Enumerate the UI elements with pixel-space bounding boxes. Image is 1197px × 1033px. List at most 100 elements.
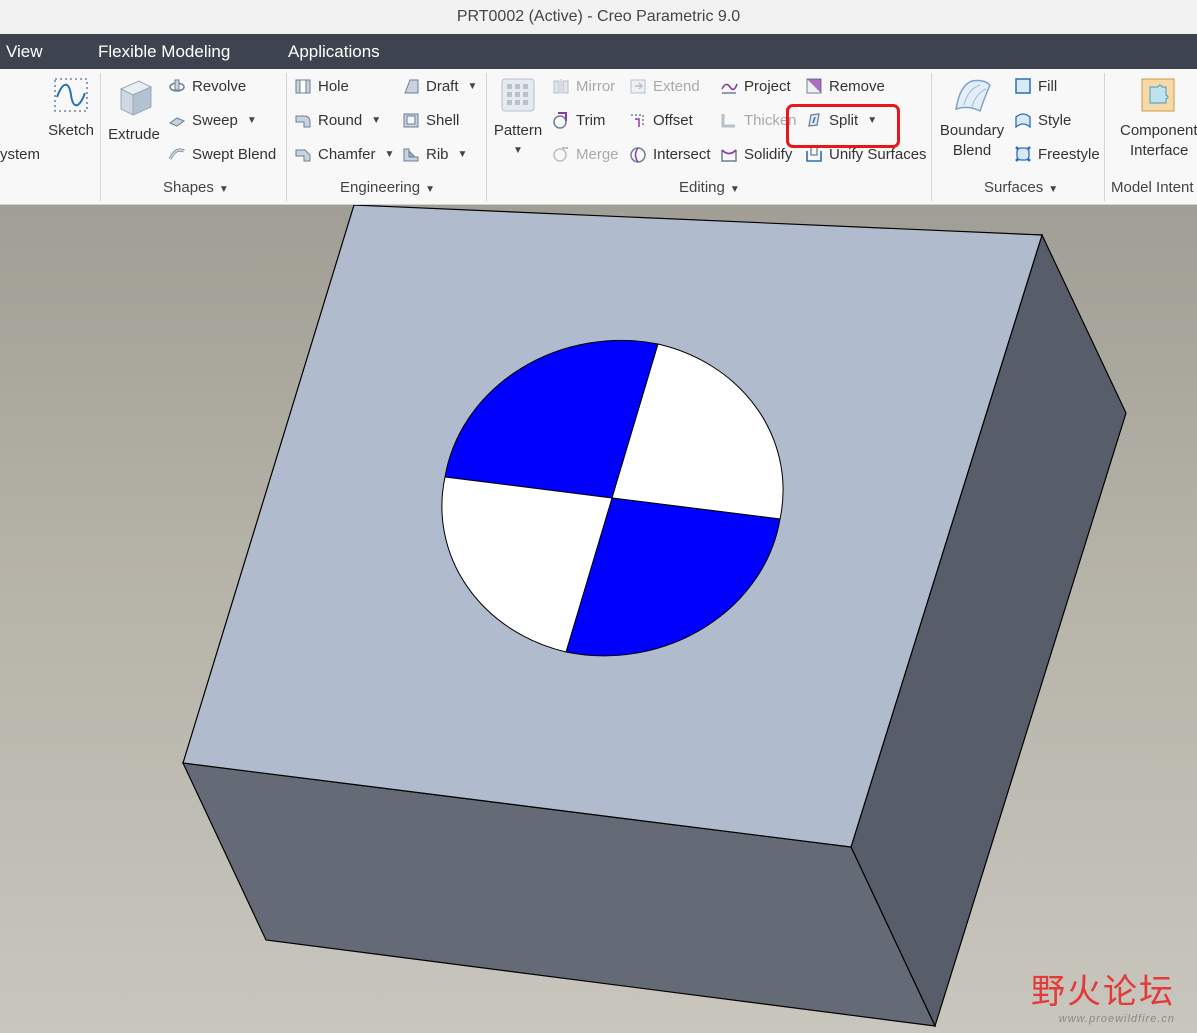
editing-group-label[interactable]: Editing ▼ xyxy=(679,179,740,196)
sweep-label: Sweep xyxy=(192,111,238,129)
merge-icon xyxy=(553,147,568,162)
ribbon: ystem Sketch Extrude Revolve Sweep ▼ Swe… xyxy=(0,69,1197,205)
round-button[interactable]: Round ▼ xyxy=(294,107,381,133)
mirror-icon xyxy=(553,79,569,94)
engineering-group-label[interactable]: Engineering ▼ xyxy=(340,179,435,196)
surfaces-expand-icon: ▼ xyxy=(1048,184,1059,195)
split-button[interactable]: Split ▼ xyxy=(805,107,877,133)
sketch-icon xyxy=(54,78,88,112)
fill-button[interactable]: Fill xyxy=(1014,73,1057,99)
graphics-viewport[interactable]: 野火论坛 www.proewildfire.cn xyxy=(0,205,1197,1033)
model-canvas[interactable] xyxy=(0,205,1197,1033)
remove-button[interactable]: Remove xyxy=(805,73,885,99)
remove-icon xyxy=(806,78,822,94)
extrude-label: Extrude xyxy=(108,126,160,143)
style-label: Style xyxy=(1038,111,1072,129)
hole-label: Hole xyxy=(318,77,349,95)
swept-blend-label: Swept Blend xyxy=(192,145,277,163)
rib-icon xyxy=(403,148,419,162)
rib-button[interactable]: Rib ▼ xyxy=(402,141,467,167)
editing-expand-icon: ▼ xyxy=(729,184,740,195)
remove-label: Remove xyxy=(829,77,885,95)
style-button[interactable]: Style xyxy=(1014,107,1071,133)
engineering-expand-icon: ▼ xyxy=(425,184,435,195)
revolve-icon xyxy=(169,79,185,92)
revolve-label: Revolve xyxy=(192,77,247,95)
sweep-dropdown-icon[interactable]: ▼ xyxy=(247,115,257,126)
pattern-button[interactable]: Pattern ▼ xyxy=(492,75,544,161)
trim-icon xyxy=(553,112,567,129)
unify-surfaces-button[interactable]: Unify Surfaces xyxy=(805,141,927,167)
project-label: Project xyxy=(744,77,791,95)
trim-button[interactable]: Trim xyxy=(552,107,605,133)
round-icon xyxy=(295,115,311,128)
watermark-url: www.proewildfire.cn xyxy=(1058,1013,1175,1025)
project-button[interactable]: Project xyxy=(720,73,791,99)
window-title-bar: PRT0002 (Active) - Creo Parametric 9.0 xyxy=(0,0,1197,34)
sketch-label: Sketch xyxy=(48,122,94,139)
split-label: Split xyxy=(829,111,859,129)
menu-flexible-modeling[interactable]: Flexible Modeling xyxy=(98,42,230,62)
swept-blend-icon xyxy=(168,148,185,160)
shell-button[interactable]: Shell xyxy=(402,107,459,133)
round-dropdown-icon[interactable]: ▼ xyxy=(371,115,381,126)
forum-watermark: 野火论坛 www.proewildfire.cn xyxy=(1031,964,1175,1025)
pattern-label: Pattern xyxy=(493,122,543,139)
boundary-blend-label-line1: Boundary xyxy=(939,122,1005,139)
boundary-blend-button[interactable]: Boundary Blend xyxy=(936,75,1008,161)
draft-icon xyxy=(404,79,419,94)
sweep-icon xyxy=(168,117,186,127)
menu-bar: View Flexible Modeling Applications xyxy=(0,34,1197,69)
round-label: Round xyxy=(318,111,363,129)
boundary-blend-label-line2: Blend xyxy=(952,142,992,159)
shapes-expand-icon: ▼ xyxy=(218,184,229,195)
component-interface-icon xyxy=(1141,78,1175,112)
swept-blend-button[interactable]: Swept Blend xyxy=(168,141,276,167)
sweep-button[interactable]: Sweep ▼ xyxy=(168,107,257,133)
sketch-button[interactable]: Sketch xyxy=(46,75,96,141)
boundary-blend-icon xyxy=(955,79,991,113)
offset-icon xyxy=(631,114,644,127)
chamfer-dropdown-icon[interactable]: ▼ xyxy=(385,149,395,160)
offset-button[interactable]: Offset xyxy=(629,107,693,133)
freestyle-label: Freestyle xyxy=(1038,145,1100,163)
shell-icon xyxy=(403,113,419,128)
solidify-label: Solidify xyxy=(744,145,793,163)
intersect-button[interactable]: Intersect xyxy=(629,141,711,167)
menu-applications[interactable]: Applications xyxy=(288,42,380,62)
freestyle-button[interactable]: Freestyle xyxy=(1014,141,1100,167)
thicken-icon xyxy=(721,114,735,128)
component-interface-label-line1: Component xyxy=(1120,122,1197,139)
draft-button[interactable]: Draft ▼ xyxy=(402,73,477,99)
freestyle-icon xyxy=(1015,146,1031,162)
revolve-button[interactable]: Revolve xyxy=(168,73,246,99)
mirror-button[interactable]: Mirror xyxy=(552,73,615,99)
chamfer-button[interactable]: Chamfer ▼ xyxy=(294,141,394,167)
unify-surfaces-label: Unify Surfaces xyxy=(829,145,927,163)
model-intent-group-label[interactable]: Model Intent xyxy=(1111,179,1194,196)
hole-icon xyxy=(295,79,311,94)
pattern-dropdown-icon[interactable]: ▼ xyxy=(492,141,544,161)
coordinate-system-button[interactable]: ystem xyxy=(0,145,40,165)
window-title: PRT0002 (Active) - Creo Parametric 9.0 xyxy=(456,8,741,25)
rib-label: Rib xyxy=(426,145,449,163)
thicken-button[interactable]: Thicken xyxy=(720,107,797,133)
coordinate-system-label: ystem xyxy=(0,146,41,163)
draft-dropdown-icon[interactable]: ▼ xyxy=(468,81,478,92)
hole-button[interactable]: Hole xyxy=(294,73,349,99)
merge-button[interactable]: Merge xyxy=(552,141,619,167)
surfaces-group-label[interactable]: Surfaces ▼ xyxy=(984,179,1058,196)
shapes-group-label[interactable]: Shapes ▼ xyxy=(163,179,229,196)
fill-icon xyxy=(1015,78,1031,94)
extrude-button[interactable]: Extrude xyxy=(106,75,162,145)
chamfer-icon xyxy=(295,149,311,162)
split-dropdown-icon[interactable]: ▼ xyxy=(867,115,877,126)
component-interface-button[interactable]: Component Interface xyxy=(1112,75,1197,161)
merge-label: Merge xyxy=(576,145,619,163)
solidify-button[interactable]: Solidify xyxy=(720,141,792,167)
trim-label: Trim xyxy=(576,111,606,129)
extend-button[interactable]: Extend xyxy=(629,73,700,99)
fill-label: Fill xyxy=(1038,77,1058,95)
menu-view[interactable]: View xyxy=(6,42,43,62)
rib-dropdown-icon[interactable]: ▼ xyxy=(458,149,468,160)
